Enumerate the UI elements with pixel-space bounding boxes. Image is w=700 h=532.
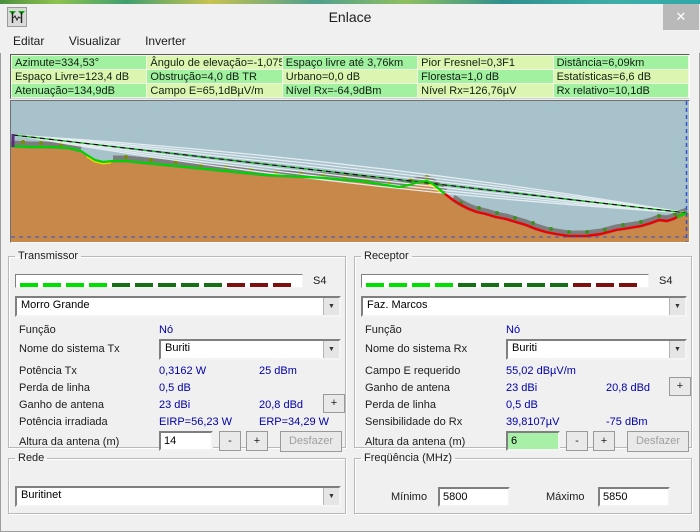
link-stats-grid: Azimute=334,53° Ângulo de elevação=-1,07…	[10, 54, 690, 99]
stat-estatisticas: Estatísticas=6,6 dB	[553, 70, 688, 84]
chevron-down-icon[interactable]: ▼	[323, 341, 339, 358]
tx-potencia-w: 0,3162 W	[159, 365, 206, 377]
tx-ganho-dbi: 23 dBi	[159, 399, 190, 411]
tx-eirp-value: EIRP=56,23 W	[159, 416, 232, 428]
stat-angulo-elevacao: Ângulo de elevação=-1,075°	[147, 56, 282, 70]
rx-sistema-label: Nome do sistema Rx	[365, 343, 467, 355]
tx-site-combo[interactable]: Morro Grande ▼	[15, 296, 341, 317]
network-combo[interactable]: Buritinet ▼	[15, 486, 341, 507]
stat-espaco-livre-db: Espaço Livre=123,4 dB	[12, 70, 147, 84]
rx-altura-minus-button[interactable]: -	[566, 431, 588, 451]
tx-funcao-label: Função	[19, 324, 56, 336]
menu-inverter[interactable]: Inverter	[135, 30, 196, 48]
frequency-max-label: Máximo	[546, 491, 585, 503]
rx-sens-dbm: -75 dBm	[606, 416, 648, 428]
tx-funcao-value: Nó	[159, 324, 173, 336]
rx-perda-label: Perda de linha	[365, 399, 436, 411]
frequency-title: Freqüência (MHz)	[361, 452, 455, 464]
stat-atenuacao: Atenuação=134,9dB	[12, 84, 147, 98]
frequency-min-input[interactable]	[438, 487, 510, 507]
stat-rx-relativo: Rx relativo=10,1dB	[553, 84, 688, 98]
terrain-profile-svg	[11, 101, 689, 242]
rx-antenna-plus-button[interactable]: +	[669, 377, 691, 396]
menu-visualizar[interactable]: Visualizar	[59, 30, 131, 48]
stat-urbano: Urbano=0,0 dB	[282, 70, 417, 84]
rx-sens-label: Sensibilidade do Rx	[365, 416, 462, 428]
receiver-panel: Receptor S4 Faz. Marcos ▼ Função Nó Nome…	[354, 250, 692, 448]
frequency-max-input[interactable]	[598, 487, 670, 507]
rx-ganho-label: Ganho de antena	[365, 382, 450, 394]
rx-campo-label: Campo E requerido	[365, 365, 460, 377]
tx-desfazer-button[interactable]: Desfazer	[280, 431, 342, 452]
chevron-down-icon[interactable]: ▼	[323, 488, 339, 505]
tx-irradiada-label: Potência irradiada	[19, 416, 108, 428]
rx-funcao-value: Nó	[506, 324, 520, 336]
rx-system-combo[interactable]: Buriti ▼	[506, 339, 687, 360]
tx-signal-meter	[15, 274, 303, 288]
rx-ganho-dbd: 20,8 dBd	[606, 382, 650, 394]
tx-signal-label: S4	[313, 275, 326, 287]
menu-bar: Editar Visualizar Inverter	[0, 30, 700, 53]
rx-ganho-dbi: 23 dBi	[506, 382, 537, 394]
menu-editar[interactable]: Editar	[3, 30, 54, 48]
tx-system-combo[interactable]: Buriti ▼	[159, 339, 341, 360]
rx-campo-value: 55,02 dBµV/m	[506, 365, 576, 377]
rx-funcao-label: Função	[365, 324, 402, 336]
tx-altura-plus-button[interactable]: +	[246, 431, 268, 451]
rx-altura-label: Altura da antena (m)	[365, 436, 465, 448]
title-bar[interactable]: Enlace ✕	[0, 4, 700, 30]
close-icon[interactable]: ✕	[663, 4, 699, 30]
tx-potencia-label: Potência Tx	[19, 365, 77, 377]
stat-azimute: Azimute=334,53°	[12, 56, 147, 70]
window-title: Enlace	[0, 9, 700, 25]
tx-ganho-label: Ganho de antena	[19, 399, 104, 411]
stat-pior-fresnel: Pior Fresnel=0,3F1	[418, 56, 553, 70]
tx-erp-value: ERP=34,29 W	[259, 416, 329, 428]
tx-altura-label: Altura da antena (m)	[19, 436, 119, 448]
terrain-profile-chart	[10, 100, 690, 243]
stat-obstrucao: Obstrução=4,0 dB TR	[147, 70, 282, 84]
stat-campo-e: Campo E=65,1dBµV/m	[147, 84, 282, 98]
tx-antenna-mast	[12, 134, 15, 147]
tx-altura-minus-button[interactable]: -	[219, 431, 241, 451]
rx-perda-value: 0,5 dB	[506, 399, 538, 411]
network-panel: Rede Buritinet ▼	[8, 452, 346, 514]
tx-potencia-dbm: 25 dBm	[259, 365, 297, 377]
transmitter-title: Transmissor	[15, 250, 81, 262]
frequency-panel: Freqüência (MHz) Mínimo Máximo	[354, 452, 692, 514]
chevron-down-icon[interactable]: ▼	[669, 298, 685, 315]
rx-altura-plus-button[interactable]: +	[593, 431, 615, 451]
chevron-down-icon[interactable]: ▼	[669, 341, 685, 358]
tx-altura-input[interactable]	[159, 431, 213, 451]
rx-signal-meter	[361, 274, 649, 288]
rx-desfazer-button[interactable]: Desfazer	[627, 431, 689, 452]
tx-perda-label: Perda de linha	[19, 382, 90, 394]
stat-espaco-livre-ate: Espaço livre até 3,76km	[282, 56, 417, 70]
tx-perda-value: 0,5 dB	[159, 382, 191, 394]
receiver-title: Receptor	[361, 250, 412, 262]
rx-signal-label: S4	[659, 275, 672, 287]
enlace-window: Enlace ✕ Editar Visualizar Inverter Azim…	[0, 0, 700, 532]
stat-nivel-rx-uv: Nível Rx=126,76µV	[418, 84, 553, 98]
chevron-down-icon[interactable]: ▼	[323, 298, 339, 315]
rx-sens-uv: 39,8107µV	[506, 416, 559, 428]
transmitter-panel: Transmissor S4 Morro Grande ▼ Função Nó …	[8, 250, 346, 448]
rx-site-combo[interactable]: Faz. Marcos ▼	[361, 296, 687, 317]
tx-ganho-dbd: 20,8 dBd	[259, 399, 303, 411]
network-title: Rede	[15, 452, 47, 464]
rx-altura-input[interactable]	[506, 431, 560, 451]
tx-sistema-label: Nome do sistema Tx	[19, 343, 120, 355]
stat-floresta: Floresta=1,0 dB	[418, 70, 553, 84]
tx-antenna-plus-button[interactable]: +	[323, 394, 345, 413]
stat-nivel-rx-dbm: Nível Rx=-64,9dBm	[282, 84, 417, 98]
stat-distancia: Distância=6,09km	[553, 56, 688, 70]
frequency-min-label: Mínimo	[391, 491, 427, 503]
